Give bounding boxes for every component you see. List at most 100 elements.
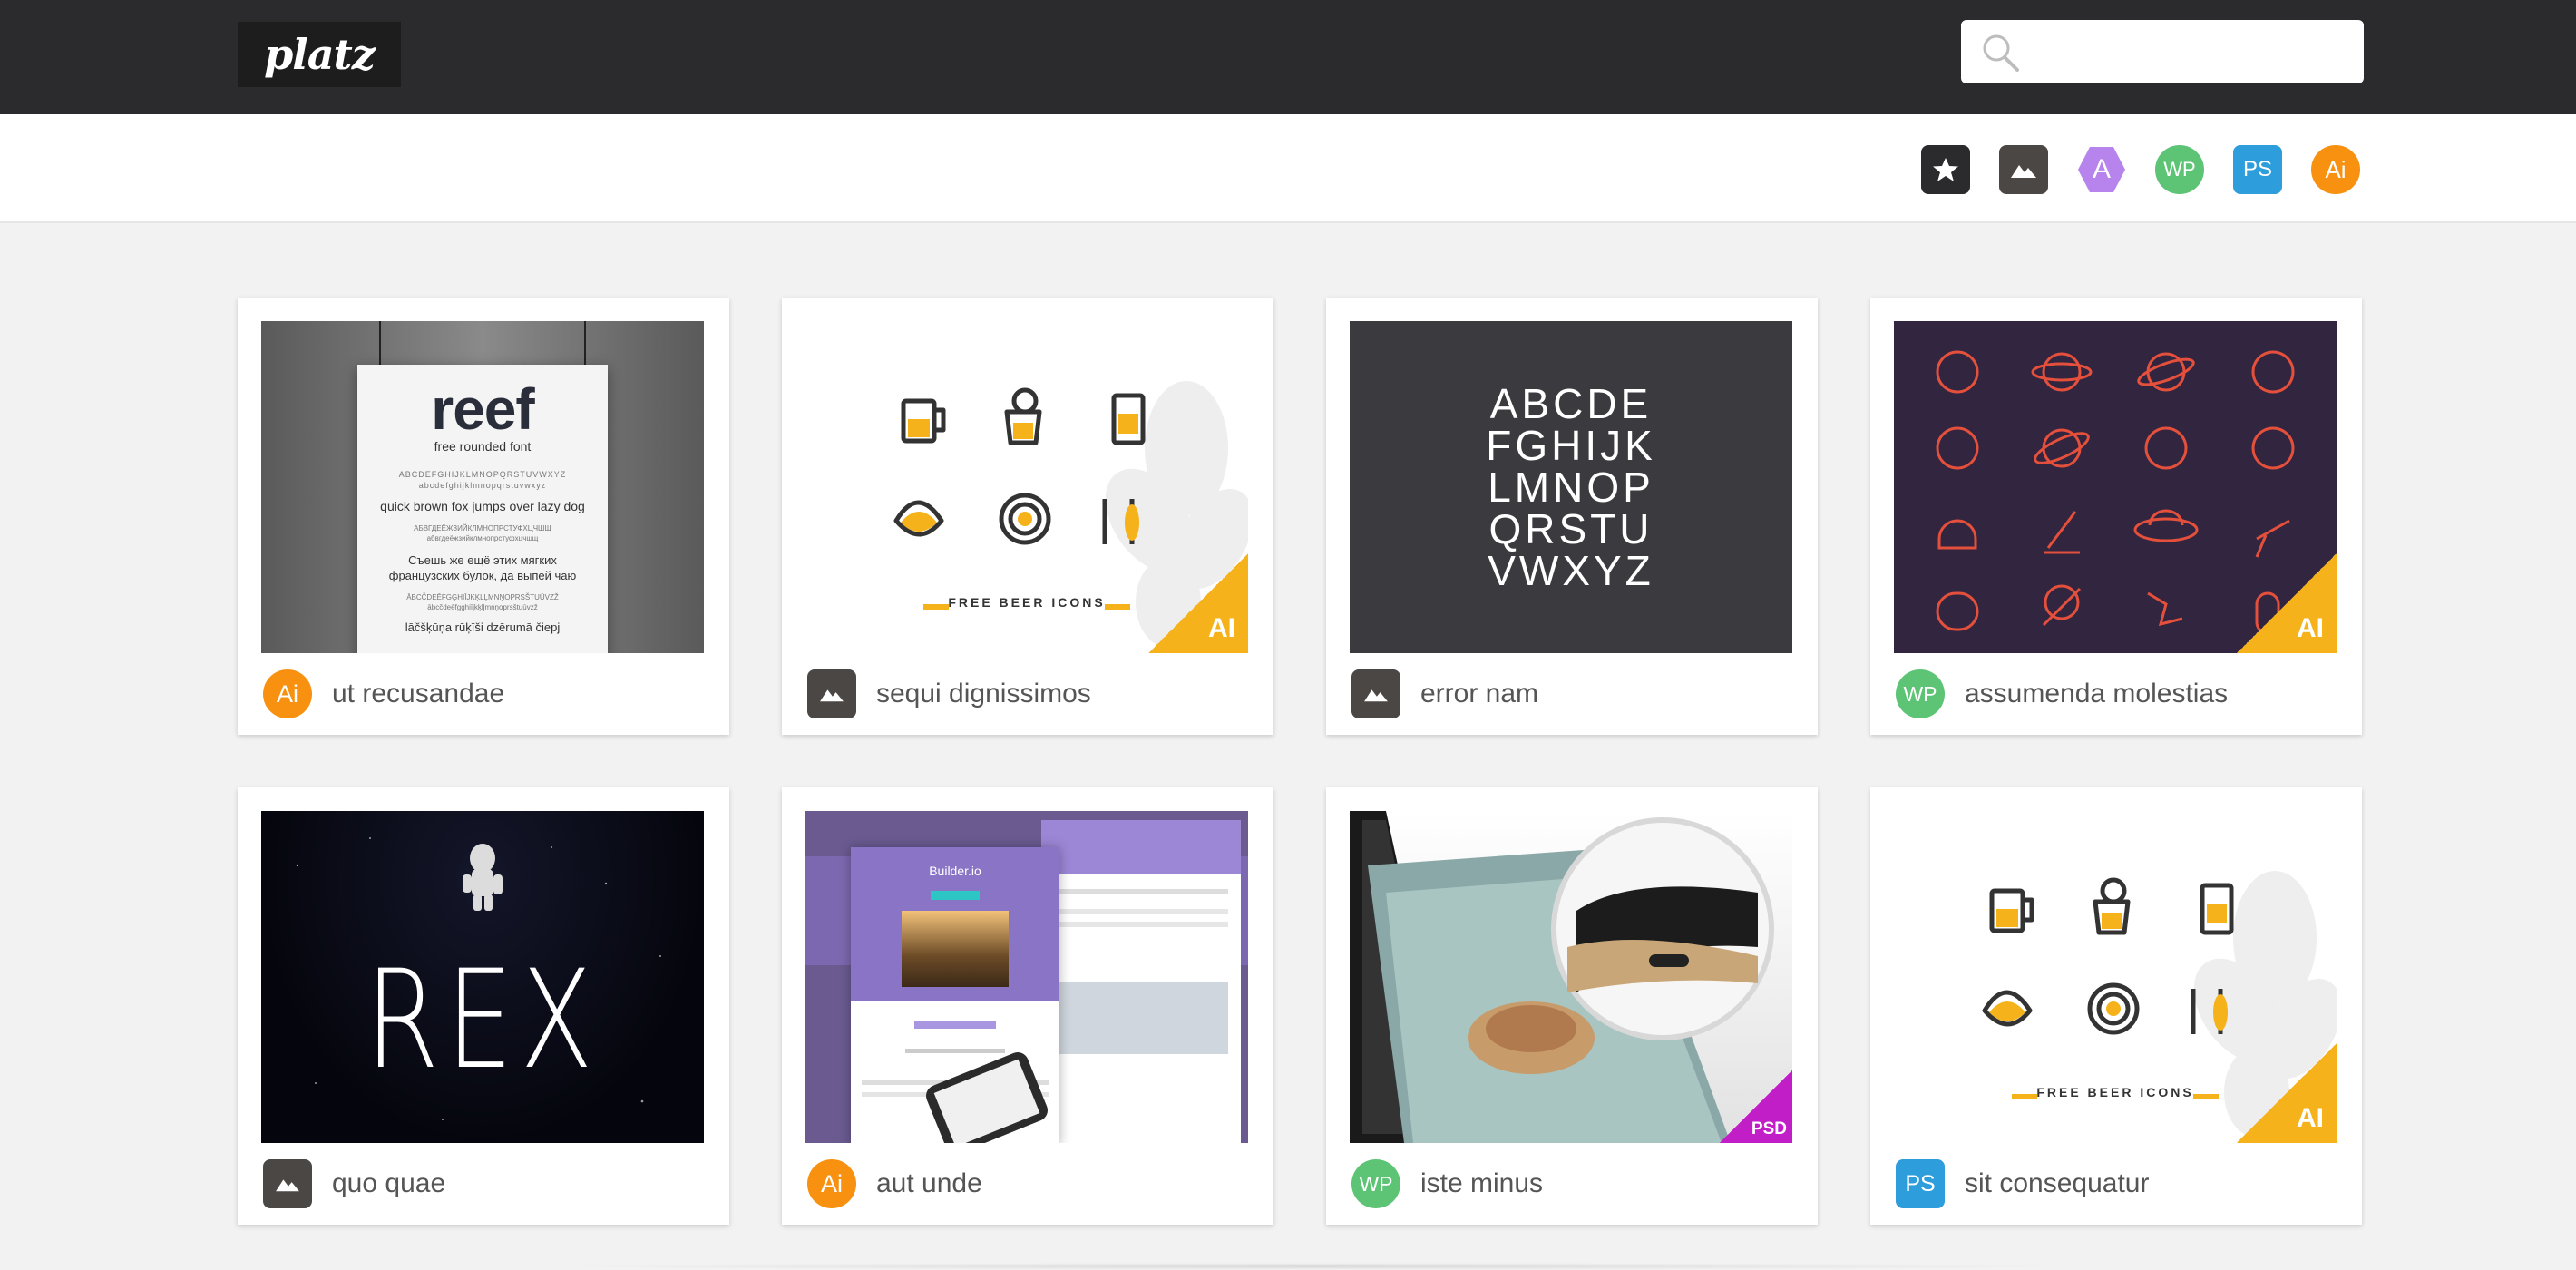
card-thumbnail-beer-icons[interactable]: FREE BEER ICONS AI: [1894, 811, 2337, 1143]
card-title[interactable]: sequi dignissimos: [876, 679, 1091, 709]
corner-label: AI: [2297, 613, 2324, 643]
poster: reef free rounded font ABCDEFGHIJKLMNOPQ…: [357, 365, 608, 653]
poster-text: ABCDEFGHIJKLMNOPQRSTUVWXYZ: [398, 470, 567, 479]
photoshop-icon: PS: [2242, 157, 2272, 181]
corner-label: AI: [1208, 613, 1235, 643]
poster-text: lāčšķūņa rūķīši dzērumā čiepj: [405, 620, 561, 634]
poster-text: ābcčdeēfgģhiījkķlļmnņoprsštuūvzž: [427, 603, 538, 611]
mockup-line: [905, 1049, 1005, 1053]
mockup-header: [1041, 820, 1241, 874]
filter-wordpress-button[interactable]: WP: [2155, 145, 2204, 194]
poster-title: reef: [431, 376, 534, 442]
footer-shadow: [544, 1263, 2086, 1270]
mockup-line: [1054, 909, 1228, 914]
font-label: A: [2092, 154, 2111, 184]
rex-title: REX: [365, 942, 600, 1099]
top-navbar: platz: [0, 0, 2576, 114]
mockup-page-back: [1041, 820, 1241, 1143]
platz-logo[interactable]: platz: [238, 22, 401, 87]
mountain-glyph: [1364, 689, 1388, 702]
photoshop-icon: PS: [1896, 1159, 1945, 1208]
card[interactable]: REX quo quae: [238, 787, 729, 1225]
poster-text: abcdefghijklmnopqrstuvwxyz: [418, 481, 547, 490]
card[interactable]: ABCDE FGHIJK LMNOP QRSTU VWXYZ error nam: [1326, 298, 1818, 735]
card-title[interactable]: quo quae: [332, 1168, 445, 1199]
poster-text: АБВГДЕЁЖЗИЙКЛМНОПРСТУФХЦЧШЩ: [414, 524, 551, 532]
alphabet-row: VWXYZ: [1488, 547, 1654, 594]
card-thumbnail-space-icons[interactable]: AI: [1894, 321, 2337, 653]
mockup-headline: Builder.io: [929, 864, 981, 878]
wordpress-icon: WP: [1896, 669, 1945, 718]
wordpress-icon: WP: [1351, 1159, 1400, 1208]
mockup-image: [1054, 982, 1228, 1054]
alphabet-row: LMNOP: [1488, 464, 1654, 511]
mockup-photo: [902, 911, 1009, 987]
image-icon: [1351, 669, 1400, 718]
card-thumbnail-alphabet[interactable]: ABCDE FGHIJK LMNOP QRSTU VWXYZ: [1350, 321, 1792, 653]
filter-images-button[interactable]: [1999, 145, 2048, 194]
card[interactable]: PSD WP iste minus: [1326, 787, 1818, 1225]
card-thumbnail-website-mockup[interactable]: Builder.io: [805, 811, 1248, 1143]
hanger-wire: [379, 321, 381, 366]
card[interactable]: FREE BEER ICONS AI sequi dignissimos: [782, 298, 1273, 735]
card-title[interactable]: iste minus: [1420, 1168, 1543, 1199]
card[interactable]: FREE BEER ICONS AI PS sit consequatur: [1870, 787, 2362, 1225]
mockup-hero: Builder.io: [851, 847, 1059, 1001]
ai-corner-badge: AI: [2237, 553, 2337, 653]
card-title[interactable]: sit consequatur: [1965, 1168, 2149, 1199]
poster-text: абвгдеёжзийклмнопрстуфхцчшщ: [426, 534, 539, 542]
filter-bar: A WP PS Ai: [0, 114, 2576, 223]
mockup-line: [1054, 922, 1228, 927]
wordpress-icon: WP: [2163, 158, 2196, 181]
badge-label: PS: [1905, 1170, 1936, 1197]
badge-label: Ai: [820, 1169, 843, 1197]
ai-corner-badge: AI: [2237, 1043, 2337, 1143]
card[interactable]: AI WP assumenda molestias: [1870, 298, 2362, 735]
card-title[interactable]: assumenda molestias: [1965, 679, 2228, 709]
card-title[interactable]: ut recusandae: [332, 679, 504, 709]
poster-subtitle: free rounded font: [434, 439, 532, 454]
poster-text: ĀBCČDEĒFGĢHIĪJKĶLĻMNŅOPRSŠTUŪVZŽ: [406, 593, 559, 601]
search-box[interactable]: [1961, 20, 2364, 83]
psd-corner-badge: PSD: [1720, 1070, 1792, 1143]
mockup-button: [914, 1021, 996, 1029]
image-icon: [807, 669, 856, 718]
mountain-glyph: [820, 689, 844, 702]
filter-font-button[interactable]: A: [2077, 145, 2126, 194]
illustrator-icon: Ai: [263, 669, 312, 718]
alphabet-row: FGHIJK: [1486, 422, 1656, 469]
card-thumbnail-reef[interactable]: reef free rounded font ABCDEFGHIJKLMNOPQ…: [261, 321, 704, 653]
search-input[interactable]: [2025, 20, 2351, 83]
poster-text: французских булок, да выпей чаю: [388, 569, 577, 582]
mockup-cta: [931, 891, 980, 900]
badge-label: Ai: [276, 679, 298, 708]
filter-photoshop-button[interactable]: PS: [2233, 145, 2282, 194]
badge-label: WP: [1359, 1171, 1393, 1196]
badge-label: WP: [1903, 681, 1937, 706]
card-thumbnail-rex[interactable]: REX: [261, 811, 704, 1143]
card[interactable]: Builder.io Ai aut unde: [782, 787, 1273, 1225]
corner-label: PSD: [1751, 1119, 1787, 1138]
card[interactable]: reef free rounded font ABCDEFGHIJKLMNOPQ…: [238, 298, 729, 735]
illustrator-icon: Ai: [807, 1159, 856, 1208]
card-title[interactable]: error nam: [1420, 679, 1538, 709]
ai-corner-badge: AI: [1148, 553, 1248, 653]
poster-text: quick brown fox jumps over lazy dog: [380, 499, 585, 513]
image-icon: [263, 1159, 312, 1208]
search-icon: [1983, 34, 2019, 72]
filter-featured-button[interactable]: [1921, 145, 1970, 194]
image-icon: [2011, 165, 2036, 178]
alphabet-row: ABCDE: [1489, 380, 1653, 427]
card-thumbnail-laptop-mockup[interactable]: PSD: [1350, 811, 1792, 1143]
star-icon: [1933, 158, 1958, 181]
corner-label: AI: [2297, 1103, 2324, 1133]
hanger-wire: [584, 321, 586, 366]
filter-illustrator-button[interactable]: Ai: [2311, 145, 2360, 194]
illustrator-icon: Ai: [2325, 155, 2347, 183]
card-title[interactable]: aut unde: [876, 1168, 982, 1199]
mountain-glyph: [276, 1179, 299, 1192]
logo-text: platz: [264, 30, 376, 79]
card-thumbnail-beer-icons[interactable]: FREE BEER ICONS AI: [805, 321, 1248, 653]
alphabet-row: QRSTU: [1488, 505, 1654, 552]
mockup-line: [1054, 889, 1228, 894]
